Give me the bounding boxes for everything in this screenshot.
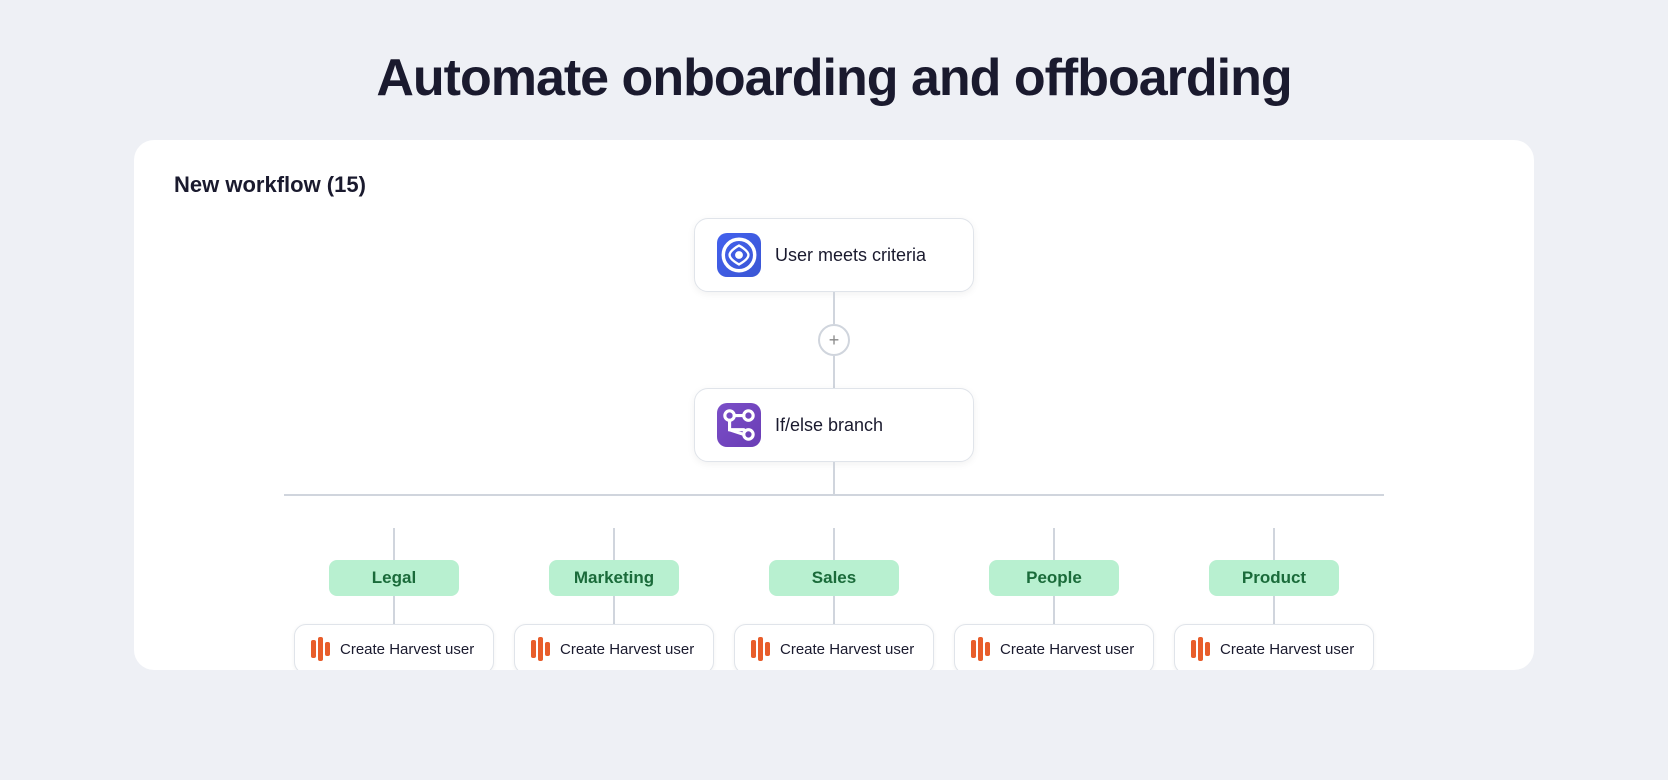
harvest-label-marketing: Create Harvest user: [560, 641, 694, 658]
branch-label-marketing: Marketing: [549, 560, 679, 596]
branch-product: Product Create Harvest user: [1174, 528, 1374, 670]
branch-sales: Sales Create Harvest user: [734, 528, 934, 670]
harvest-icon-legal: [311, 637, 330, 661]
branch-legal: Legal Create Harvest user: [294, 528, 494, 670]
harvest-label-sales: Create Harvest user: [780, 641, 914, 658]
connector-1: [833, 292, 835, 324]
criteria-node-label: User meets criteria: [775, 245, 926, 266]
harvest-icon-product: [1191, 637, 1210, 661]
workflow-panel: New workflow (15) User meets criteria +: [134, 140, 1534, 670]
branch-icon: [717, 403, 761, 447]
flow-area: User meets criteria + If/else branch: [174, 218, 1494, 670]
ifelse-node[interactable]: If/else branch: [694, 388, 974, 462]
branch-section: Legal Create Harvest user Marketing: [174, 462, 1494, 670]
harvest-node-people[interactable]: Create Harvest user: [954, 624, 1154, 670]
connector-to-branches: [833, 462, 835, 494]
criteria-icon: [717, 233, 761, 277]
add-step-button[interactable]: +: [818, 324, 850, 356]
branch-label-people: People: [989, 560, 1119, 596]
harvest-node-legal[interactable]: Create Harvest user: [294, 624, 494, 670]
harvest-label-people: Create Harvest user: [1000, 641, 1134, 658]
ifelse-node-label: If/else branch: [775, 415, 883, 436]
criteria-node[interactable]: User meets criteria: [694, 218, 974, 292]
harvest-icon-people: [971, 637, 990, 661]
harvest-label-legal: Create Harvest user: [340, 641, 474, 658]
harvest-icon-sales: [751, 637, 770, 661]
connector-2: [833, 356, 835, 388]
harvest-node-sales[interactable]: Create Harvest user: [734, 624, 934, 670]
branch-people: People Create Harvest user: [954, 528, 1154, 670]
branch-label-legal: Legal: [329, 560, 459, 596]
branches-row: Legal Create Harvest user Marketing: [174, 496, 1494, 670]
harvest-label-product: Create Harvest user: [1220, 641, 1354, 658]
branch-horizontal-line: [284, 494, 1384, 496]
workflow-title: New workflow (15): [174, 172, 1494, 198]
harvest-icon-marketing: [531, 637, 550, 661]
page-title: Automate onboarding and offboarding: [376, 48, 1291, 108]
branch-label-sales: Sales: [769, 560, 899, 596]
harvest-node-marketing[interactable]: Create Harvest user: [514, 624, 714, 670]
harvest-node-product[interactable]: Create Harvest user: [1174, 624, 1374, 670]
branch-marketing: Marketing Create Harvest user: [514, 528, 714, 670]
branch-label-product: Product: [1209, 560, 1339, 596]
